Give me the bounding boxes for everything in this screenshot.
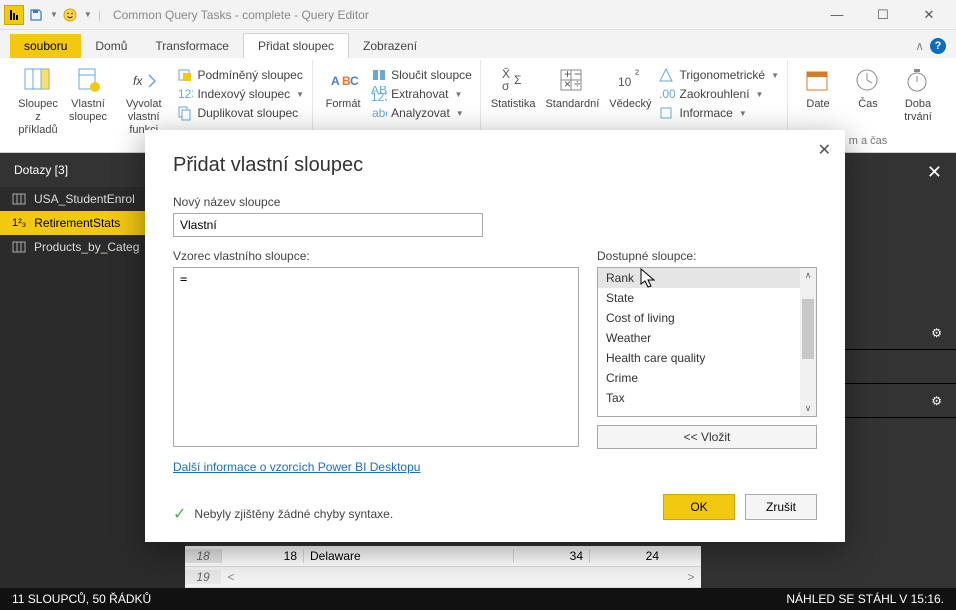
list-scrollbar[interactable]: ∧ ∨ [800,268,816,416]
scroll-down-icon[interactable]: ∨ [805,403,812,416]
status-right: NÁHLED SE STÁHL V 15:16. [786,592,944,606]
svg-text:Σ: Σ [514,73,521,87]
help-icon[interactable]: ? [930,38,946,54]
conditional-column-button[interactable]: Podmíněný sloupec [175,66,306,84]
status-bar: 11 SLOUPCŮ, 50 ŘÁDKŮ NÁHLED SE STÁHL V 1… [0,588,956,610]
list-item[interactable]: Crime [598,368,800,388]
svg-text:A: A [331,74,340,88]
custom-column-button[interactable]: Vlastní sloupec [64,62,112,145]
svg-text:123: 123 [178,87,193,101]
smiley-dropdown-icon[interactable]: ▼ [84,10,92,19]
smiley-icon[interactable] [60,5,80,25]
tab-add-column[interactable]: Přidat sloupec [243,33,349,58]
tab-file[interactable]: souboru [10,34,81,58]
qat-sep: | [98,8,101,22]
list-item[interactable]: Health care quality [598,348,800,368]
svg-text:²: ² [635,67,639,81]
add-custom-column-dialog: ✕ Přidat vlastní sloupec Nový název slou… [145,130,845,542]
tab-home[interactable]: Domů [81,34,141,58]
dialog-title: Přidat vlastní sloupec [173,154,817,177]
list-item[interactable]: Rank [598,268,800,288]
extract-button[interactable]: ABC123Extrahovat▼ [369,85,474,103]
available-columns-list[interactable]: Rank State Cost of living Weather Health… [597,267,817,417]
list-item[interactable]: Tax [598,388,800,408]
time-button[interactable]: Čas [844,62,892,133]
svg-text:×: × [564,77,571,91]
minimize-button[interactable]: — [814,0,860,30]
insert-button[interactable]: << Vložit [597,425,817,449]
svg-text:fx: fx [133,74,143,88]
info-button[interactable]: Informace▼ [657,104,781,122]
formula-input[interactable]: = [173,267,579,447]
trig-button[interactable]: Trigonometrické▼ [657,66,781,84]
save-dropdown-icon[interactable]: ▼ [50,10,58,19]
new-name-input[interactable] [173,213,483,237]
learn-more-link[interactable]: Další informace o vzorcích Power BI Desk… [173,460,420,474]
list-item[interactable]: Weather [598,328,800,348]
index-column-button[interactable]: 123Indexový sloupec▼ [175,85,306,103]
window-title: Common Query Tasks - complete - Query Ed… [113,8,369,22]
scroll-up-icon[interactable]: ∧ [805,268,812,281]
list-item[interactable]: State [598,288,800,308]
quick-access-toolbar: ▼ ▼ | [4,5,105,25]
tab-transform[interactable]: Transformace [141,34,243,58]
svg-text:C: C [350,74,358,88]
close-button[interactable]: ✕ [906,0,952,30]
merge-columns-button[interactable]: Sloučit sloupce [369,66,474,84]
properties-close-icon[interactable]: ✕ [927,162,942,183]
dialog-close-icon[interactable]: ✕ [818,140,831,160]
maximize-button[interactable]: ☐ [860,0,906,30]
available-columns-label: Dostupné sloupce: [597,249,817,263]
ribbon-tabs: souboru Domů Transformace Přidat sloupec… [0,30,956,58]
cancel-button[interactable]: Zrušit [745,494,817,520]
svg-text:123: 123 [371,90,387,102]
svg-text:10: 10 [618,75,632,89]
date-button[interactable]: Date [794,62,842,133]
save-icon[interactable] [26,5,46,25]
list-item[interactable]: Cost of living [598,308,800,328]
ribbon-collapse-icon[interactable]: ∧ [915,39,924,53]
duplicate-column-button[interactable]: Duplikovat sloupec [175,104,306,122]
table-row[interactable]: 18 18 Delaware 34 24 [185,546,701,567]
gear-icon[interactable]: ⚙ [931,394,942,408]
status-left: 11 SLOUPCŮ, 50 ŘÁDKŮ [12,592,151,606]
duration-button[interactable]: Doba trvání [894,62,942,133]
svg-text:.00: .00 [659,87,675,101]
svg-text:σ: σ [502,79,510,93]
formula-label: Vzorec vlastního sloupce: [173,249,579,263]
check-icon: ✓ [173,504,186,524]
parse-button[interactable]: abcAnalyzovat▼ [369,104,474,122]
tab-view[interactable]: Zobrazení [349,34,431,58]
svg-text:abc: abc [372,106,387,120]
ok-button[interactable]: OK [663,494,735,520]
app-icon [4,5,24,25]
svg-text:÷: ÷ [574,77,581,91]
new-name-label: Nový název sloupce [173,195,817,209]
rounding-button[interactable]: .00Zaokrouhlení▼ [657,85,781,103]
gear-icon[interactable]: ⚙ [931,326,942,340]
scrollbar-row[interactable]: 19 < > [185,567,701,588]
titlebar: ▼ ▼ | Common Query Tasks - complete - Qu… [0,0,956,30]
column-from-examples-button[interactable]: Sloupec z příkladů [14,62,62,145]
